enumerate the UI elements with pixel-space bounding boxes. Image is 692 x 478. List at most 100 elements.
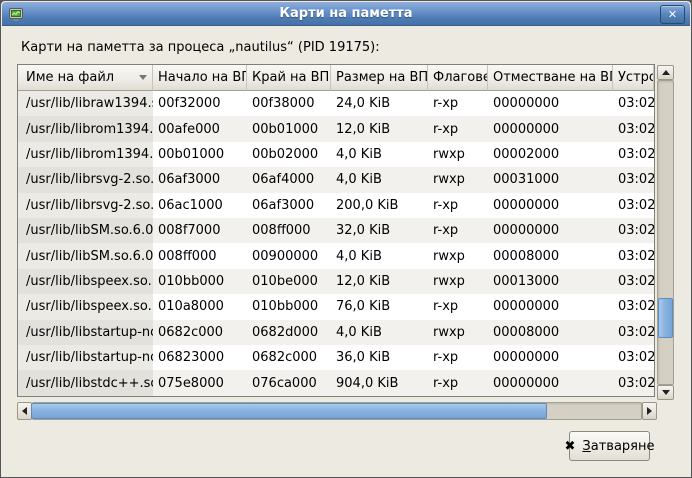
vertical-scrollbar[interactable] (657, 65, 674, 400)
window-close-button[interactable]: ✕ (660, 5, 685, 24)
table-row[interactable]: /usr/lib/librom1394.s 00afe000 00b01000 … (18, 116, 654, 141)
arrow-left-icon (22, 407, 27, 415)
cell-device: 03:02 (613, 193, 654, 218)
cell-filename: /usr/lib/libstartup-not (18, 345, 153, 370)
horizontal-scrollbar[interactable] (17, 402, 657, 420)
cell-vm-offset: 00000000 (488, 294, 613, 319)
cell-vm-end: 06af4000 (247, 167, 331, 192)
cell-flags: r-xp (428, 218, 488, 243)
cell-vm-size: 200,0 KiB (331, 193, 428, 218)
cell-filename: /usr/lib/libraw1394.s (18, 91, 153, 116)
cell-filename: /usr/lib/libSM.so.6.0.0 (18, 243, 153, 268)
cell-vm-offset: 00000000 (488, 218, 613, 243)
cell-flags: rwxp (428, 320, 488, 345)
arrow-right-icon (647, 407, 652, 415)
cell-flags: rwxp (428, 167, 488, 192)
cell-filename: /usr/lib/librsvg-2.so.2 (18, 193, 153, 218)
window-title: Карти на паметта (2, 6, 690, 21)
cell-vm-size: 4,0 KiB (331, 167, 428, 192)
arrow-down-icon (662, 390, 670, 395)
vertical-scrollbar-trough[interactable] (657, 80, 674, 385)
cell-device: 03:02 (613, 294, 654, 319)
cell-vm-start: 00f32000 (153, 91, 247, 116)
cell-vm-end: 00b01000 (247, 116, 331, 141)
cell-flags: rwxp (428, 142, 488, 167)
cell-vm-offset: 00008000 (488, 243, 613, 268)
column-header-vm-size[interactable]: Размер на ВП (331, 65, 428, 91)
table-row[interactable]: /usr/lib/librsvg-2.so.2 06ac1000 06af300… (18, 193, 654, 218)
cell-vm-offset: 00000000 (488, 116, 613, 141)
table-row[interactable]: /usr/lib/librom1394.s 00b01000 00b02000 … (18, 142, 654, 167)
cell-vm-end: 076ca000 (247, 370, 331, 395)
table-body: /usr/lib/libraw1394.s 00f32000 00f38000 … (18, 91, 654, 396)
cell-flags: r-xp (428, 91, 488, 116)
titlebar[interactable]: Карти на паметта ✕ (2, 2, 690, 26)
cell-vm-offset: 00031000 (488, 167, 613, 192)
table-header-row: Име на файл Начало на ВП Край на ВП Разм… (18, 65, 654, 91)
table-row[interactable]: /usr/lib/libSM.so.6.0.0 008ff000 0090000… (18, 243, 654, 268)
cell-vm-end: 010bb000 (247, 294, 331, 319)
cell-device: 03:02 (613, 142, 654, 167)
column-header-vm-start[interactable]: Начало на ВП (153, 65, 247, 91)
table-row[interactable]: /usr/lib/libspeex.so.1 010bb000 010be000… (18, 269, 654, 294)
scroll-right-button[interactable] (642, 402, 657, 420)
close-icon: ✕ (668, 9, 677, 20)
cell-flags: r-xp (428, 193, 488, 218)
cell-vm-size: 4,0 KiB (331, 320, 428, 345)
table-row[interactable]: /usr/lib/librsvg-2.so.2 06af3000 06af400… (18, 167, 654, 192)
table-row[interactable]: /usr/lib/libspeex.so.1 010a8000 010bb000… (18, 294, 654, 319)
cell-flags: r-xp (428, 345, 488, 370)
cell-vm-size: 76,0 KiB (331, 294, 428, 319)
table-row[interactable]: /usr/lib/libraw1394.s 00f32000 00f38000 … (18, 91, 654, 116)
cell-filename: /usr/lib/libSM.so.6.0.0 (18, 218, 153, 243)
system-monitor-icon[interactable] (8, 6, 24, 22)
column-header-vm-offset[interactable]: Отместване на ВП (488, 65, 613, 91)
horizontal-scrollbar-thumb[interactable] (31, 403, 547, 419)
cell-flags: rwxp (428, 269, 488, 294)
cell-vm-start: 010bb000 (153, 269, 247, 294)
cell-filename: /usr/lib/libstdc++.so. (18, 370, 153, 395)
cell-vm-size: 36,0 KiB (331, 345, 428, 370)
cell-flags: rwxp (428, 243, 488, 268)
cell-vm-offset: 00000000 (488, 91, 613, 116)
cell-vm-end: 00900000 (247, 243, 331, 268)
table-row[interactable]: /usr/lib/libstartup-not 0682c000 0682d00… (18, 320, 654, 345)
cell-filename: /usr/lib/librom1394.s (18, 142, 153, 167)
arrow-up-icon (662, 70, 670, 75)
vertical-scrollbar-thumb[interactable] (658, 298, 673, 338)
table-row[interactable]: /usr/lib/libstdc++.so. 075e8000 076ca000… (18, 370, 654, 395)
cell-vm-size: 4,0 KiB (331, 142, 428, 167)
cell-vm-size: 4,0 KiB (331, 243, 428, 268)
cell-vm-offset: 00008000 (488, 320, 613, 345)
cell-vm-start: 0682c000 (153, 320, 247, 345)
cell-vm-size: 24,0 KiB (331, 91, 428, 116)
table-row[interactable]: /usr/lib/libstartup-not 06823000 0682c00… (18, 345, 654, 370)
scroll-down-button[interactable] (657, 385, 674, 400)
cell-flags: r-xp (428, 294, 488, 319)
cell-vm-start: 075e8000 (153, 370, 247, 395)
cell-vm-size: 12,0 KiB (331, 269, 428, 294)
cell-vm-end: 00f38000 (247, 91, 331, 116)
column-header-device[interactable]: Устро (613, 65, 654, 91)
cell-vm-end: 0682d000 (247, 320, 331, 345)
cell-vm-size: 32,0 KiB (331, 218, 428, 243)
close-dialog-button[interactable]: ✖ Затваряне (569, 431, 650, 461)
column-header-vm-end[interactable]: Край на ВП (247, 65, 331, 91)
memory-maps-table: Име на файл Начало на ВП Край на ВП Разм… (17, 64, 655, 397)
column-header-filename[interactable]: Име на файл (18, 65, 153, 91)
close-x-icon: ✖ (565, 440, 576, 453)
scroll-up-button[interactable] (657, 65, 674, 80)
cell-vm-size: 904,0 KiB (331, 370, 428, 395)
cell-device: 03:02 (613, 345, 654, 370)
table-row[interactable]: /usr/lib/libSM.so.6.0.0 008f7000 008ff00… (18, 218, 654, 243)
cell-filename: /usr/lib/librsvg-2.so.2 (18, 167, 153, 192)
cell-vm-start: 00b01000 (153, 142, 247, 167)
cell-filename: /usr/lib/libstartup-not (18, 320, 153, 345)
cell-device: 03:02 (613, 370, 654, 395)
memory-maps-window: Карти на паметта ✕ Карти на паметта за п… (0, 0, 692, 478)
cell-vm-start: 06af3000 (153, 167, 247, 192)
column-header-flags[interactable]: Флагове (428, 65, 488, 91)
cell-vm-offset: 00000000 (488, 345, 613, 370)
scroll-left-button[interactable] (17, 402, 32, 420)
cell-device: 03:02 (613, 91, 654, 116)
